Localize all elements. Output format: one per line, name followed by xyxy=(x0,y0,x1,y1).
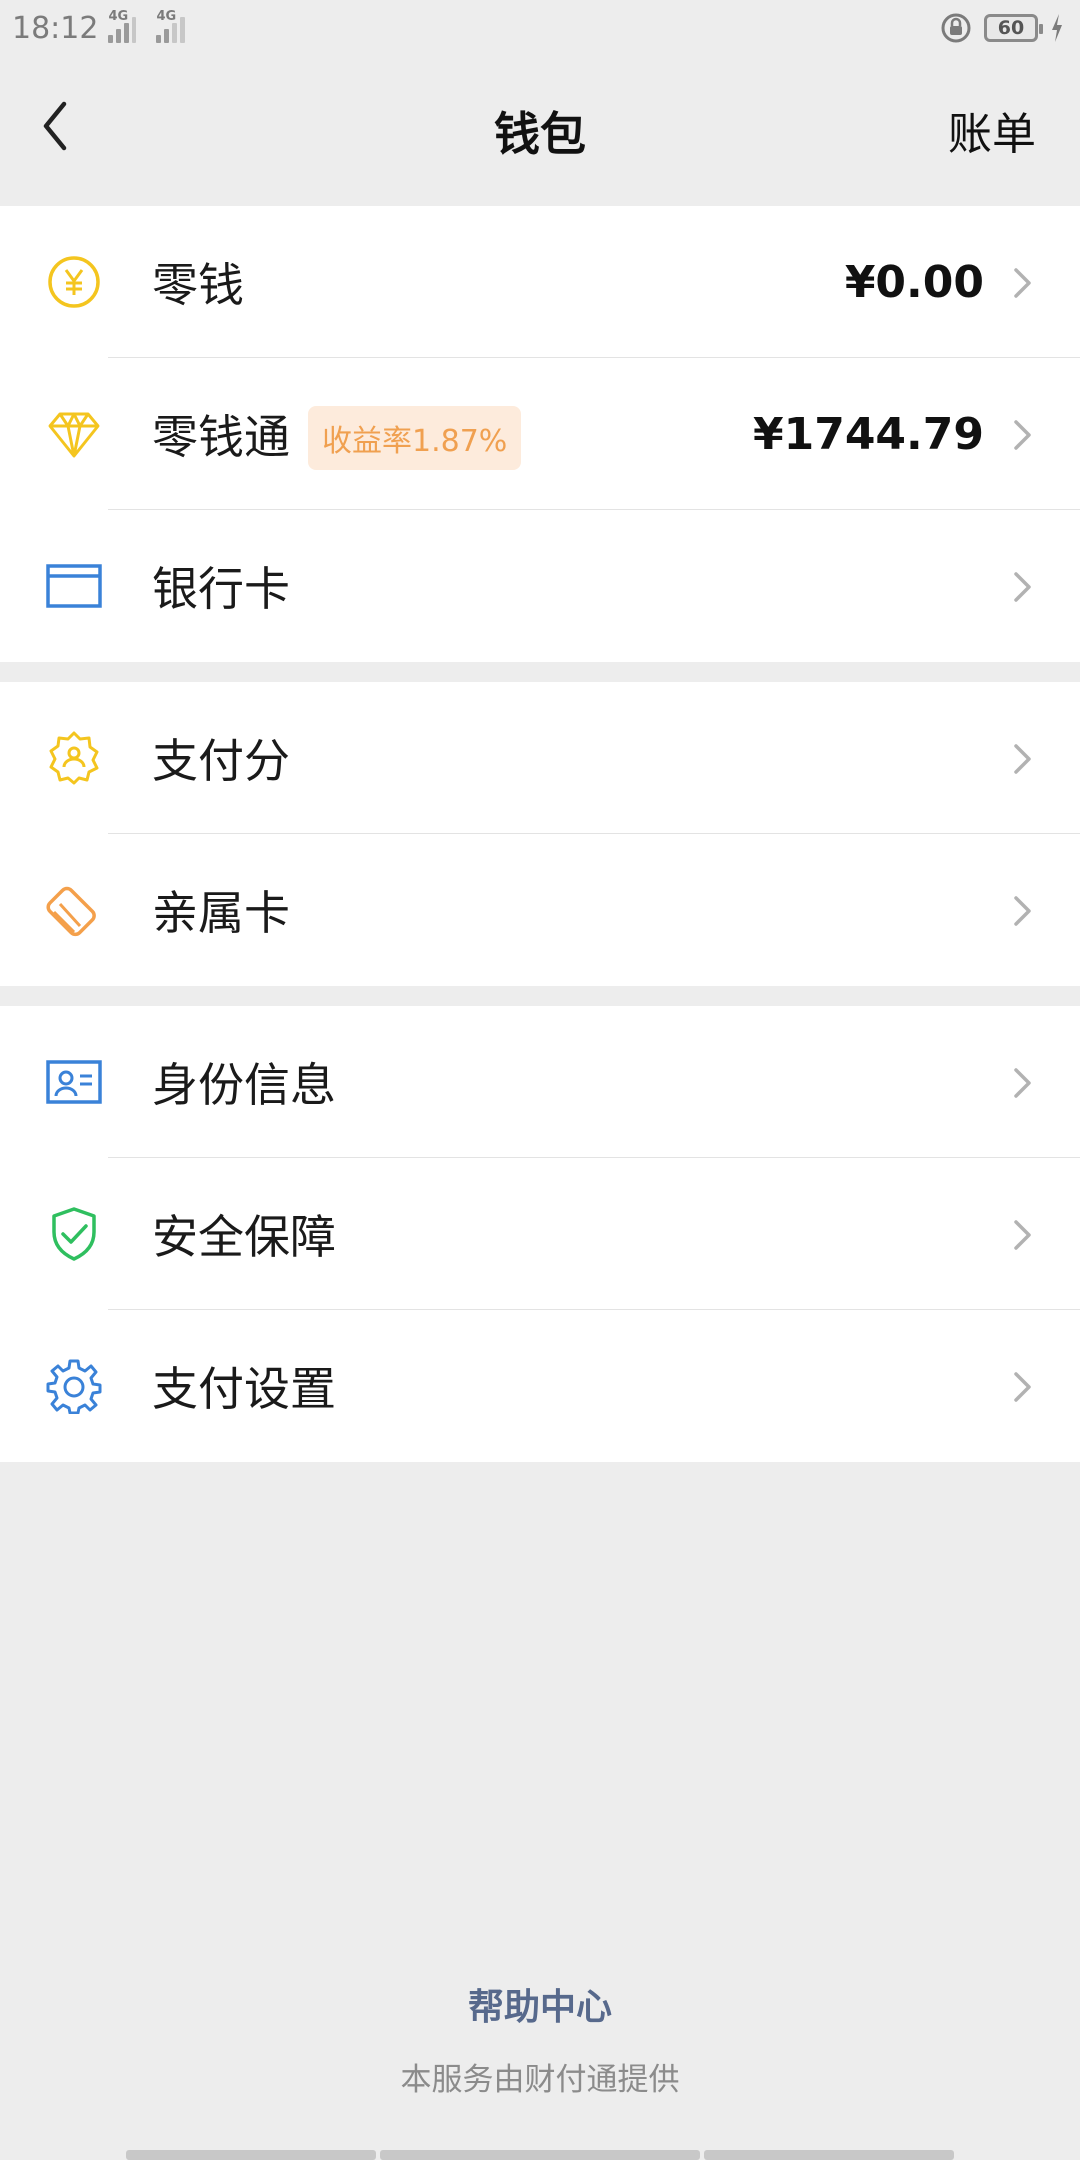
signal-bar xyxy=(131,17,137,43)
diamond-icon xyxy=(48,412,100,458)
credit-group: 支付分 亲属卡 xyxy=(0,682,1080,986)
signal-bar xyxy=(180,17,186,43)
back-icon[interactable] xyxy=(36,96,76,156)
chevron-right-icon xyxy=(1014,572,1031,602)
row-family-card[interactable]: 亲属卡 xyxy=(0,834,1080,986)
lingqiantong-amount: ¥1744.79 xyxy=(752,408,984,460)
row-label: 支付设置 xyxy=(152,1362,336,1416)
indicator-bar xyxy=(704,2150,954,2160)
yuan-coin-icon xyxy=(48,256,100,308)
gear-icon xyxy=(46,1359,102,1414)
row-bank-card[interactable]: 银行卡 xyxy=(0,510,1080,662)
yield-badge: 收益率1.87% xyxy=(308,406,522,470)
settings-group: 身份信息 安全保障 支付设置 xyxy=(0,1006,1080,1462)
indicator-bar xyxy=(126,2150,376,2160)
row-security[interactable]: 安全保障 xyxy=(0,1158,1080,1310)
chevron-right-icon xyxy=(1014,744,1031,774)
signal-tag: 4G xyxy=(156,9,177,24)
status-time: 18:12 xyxy=(12,10,99,46)
chevron-right-icon xyxy=(1014,420,1031,450)
balance-group: 零钱 ¥0.00 零钱通 收益率1.87% ¥1744.79 银行卡 xyxy=(0,206,1080,662)
nav-bar: 钱包 账单 xyxy=(0,56,1080,206)
row-label: 亲属卡 xyxy=(152,886,290,940)
signal-bar xyxy=(164,29,170,43)
signal-icon: 4G xyxy=(108,9,137,43)
row-label: 零钱 xyxy=(152,258,244,312)
signal-bar xyxy=(172,23,178,43)
row-label: 零钱通 xyxy=(152,410,290,464)
signal-tag: 4G xyxy=(108,9,129,24)
row-pay-score[interactable]: 支付分 xyxy=(0,682,1080,834)
row-label: 身份信息 xyxy=(152,1058,336,1112)
row-lingqiantong[interactable]: 零钱通 收益率1.87% ¥1744.79 xyxy=(0,358,1080,510)
chevron-right-icon xyxy=(1014,1220,1031,1250)
id-card-icon xyxy=(46,1060,102,1104)
family-card-icon xyxy=(46,886,96,937)
change-amount: ¥0.00 xyxy=(844,256,984,308)
shield-icon xyxy=(52,1207,96,1261)
provider-text: 本服务由财付通提供 xyxy=(400,2062,680,2098)
bottom-indicator xyxy=(126,2150,954,2160)
status-right: 60 xyxy=(940,12,1064,44)
chevron-right-icon xyxy=(1014,896,1031,926)
chevron-right-icon xyxy=(1014,1068,1031,1098)
signal-bar xyxy=(123,23,129,43)
signal-icon-2: 4G xyxy=(146,9,186,43)
indicator-bar xyxy=(380,2150,700,2160)
row-label: 支付分 xyxy=(152,734,290,788)
signal-bar xyxy=(156,35,162,43)
chevron-right-icon xyxy=(1014,268,1031,298)
signal-bar xyxy=(108,35,114,43)
charging-icon xyxy=(1052,14,1062,42)
bill-button[interactable]: 账单 xyxy=(948,98,1036,162)
status-left: 18:12 4G 4G xyxy=(12,9,186,46)
row-label: 银行卡 xyxy=(152,562,290,616)
battery-icon: 60 xyxy=(984,14,1043,42)
bank-card-icon xyxy=(46,564,102,608)
row-identity[interactable]: 身份信息 xyxy=(0,1006,1080,1158)
signal-bar xyxy=(116,29,121,43)
row-label: 安全保障 xyxy=(152,1210,336,1264)
pay-score-icon xyxy=(49,731,99,785)
wallet-page: 18:12 4G 4G 60 钱包 账单 零钱 ¥0.00 零钱通 收益率1.8… xyxy=(0,0,1080,2160)
row-pay-settings[interactable]: 支付设置 xyxy=(0,1310,1080,1462)
status-bar: 18:12 4G 4G 60 xyxy=(0,0,1080,56)
page-title: 钱包 xyxy=(494,107,586,161)
rotation-lock-icon xyxy=(941,13,971,43)
help-center-link[interactable]: 帮助中心 xyxy=(0,1978,1080,2030)
chevron-right-icon xyxy=(1014,1372,1031,1402)
row-change[interactable]: 零钱 ¥0.00 xyxy=(0,206,1080,358)
